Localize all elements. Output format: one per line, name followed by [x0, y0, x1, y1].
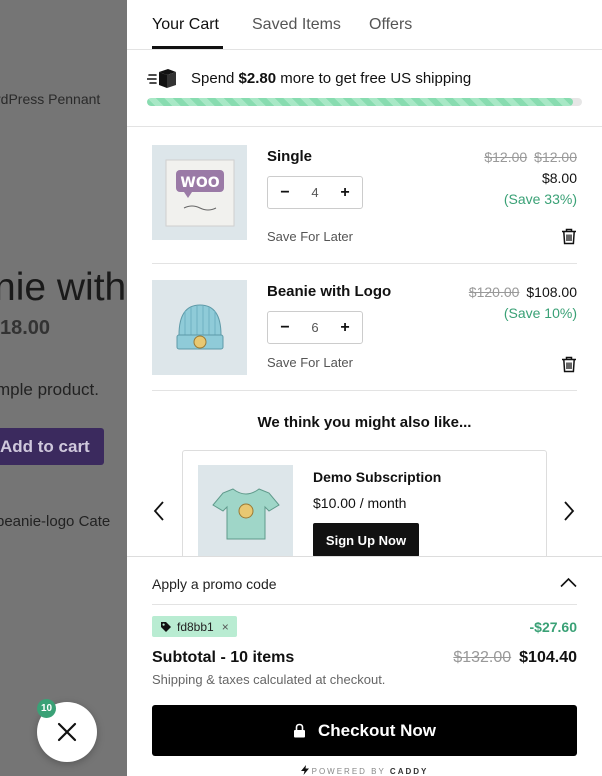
- cart-item: WOO Single − 4 + Save For Later $12.00 $1…: [152, 145, 577, 255]
- cart-item: Beanie with Logo − 6 + Save For Later $1…: [152, 280, 577, 380]
- background-page: rdPress Pennant nie with 18.00 mple prod…: [0, 0, 127, 776]
- free-shipping-bar: [127, 50, 602, 127]
- sale-price: $108.00: [526, 284, 577, 300]
- savings-label: (Save 33%): [503, 191, 577, 207]
- increase-quantity-button[interactable]: +: [338, 319, 352, 337]
- decrease-quantity-button[interactable]: −: [278, 319, 292, 337]
- subtotal-original: $132.00: [453, 649, 512, 666]
- cart-footer: Apply a promo code fd8bb1 × -$27.60 Subt…: [127, 556, 602, 776]
- product-thumbnail-beanie[interactable]: [152, 280, 247, 375]
- sale-price: $8.00: [541, 170, 577, 186]
- background-product-meta: beanie-logo Cate: [0, 513, 111, 530]
- remove-coupon-button[interactable]: ×: [222, 620, 229, 634]
- chevron-right-icon[interactable]: [563, 500, 575, 522]
- tag-icon: [161, 621, 171, 632]
- chevron-up-icon[interactable]: [560, 577, 577, 588]
- regular-price-row: $12.00 $12.00: [484, 149, 577, 165]
- discount-amount: -$27.60: [529, 619, 577, 635]
- tab-offers[interactable]: Offers: [369, 16, 412, 34]
- cart-item-name[interactable]: Single: [267, 148, 312, 165]
- lightning-icon: [300, 765, 309, 775]
- tab-saved-items[interactable]: Saved Items: [252, 16, 341, 34]
- background-pennant-text: rdPress Pennant: [0, 91, 101, 107]
- coupon-code: fd8bb1: [177, 619, 214, 634]
- recommendations-title: We think you might also like...: [257, 414, 472, 431]
- applied-coupon-chip: fd8bb1 ×: [152, 616, 237, 637]
- quantity-value[interactable]: 4: [311, 185, 318, 200]
- item-divider: [152, 263, 577, 264]
- free-shipping-message: Spend $2.80 more to get free US shipping: [191, 70, 472, 87]
- svg-text:WOO: WOO: [180, 175, 219, 191]
- subtotal-prices: $132.00 $104.40: [453, 649, 577, 667]
- savings-label: (Save 10%): [503, 305, 577, 321]
- save-for-later-link[interactable]: Save For Later: [267, 355, 353, 370]
- sign-up-now-button[interactable]: Sign Up Now: [313, 523, 419, 557]
- recommendation-card: Demo Subscription $10.00 / month Sign Up…: [182, 450, 547, 570]
- quantity-stepper: − 6 +: [267, 311, 363, 344]
- shipping-progress-fill: [147, 98, 573, 106]
- promo-code-toggle[interactable]: Apply a promo code: [152, 576, 277, 592]
- recommendation-product-price: $10.00 / month: [313, 495, 407, 511]
- cart-count-badge: 10: [37, 699, 56, 718]
- shipping-remaining-amount: $2.80: [238, 70, 277, 87]
- decrease-quantity-button[interactable]: −: [278, 184, 292, 202]
- regular-price: $120.00: [468, 284, 520, 300]
- cart-item-name[interactable]: Beanie with Logo: [267, 283, 391, 300]
- tab-your-cart[interactable]: Your Cart: [152, 16, 219, 34]
- checkout-button[interactable]: Checkout Now: [152, 705, 577, 756]
- close-icon: [57, 722, 77, 742]
- active-tab-indicator: [152, 46, 223, 49]
- product-thumbnail-single[interactable]: WOO: [152, 145, 247, 240]
- chevron-left-icon[interactable]: [153, 500, 165, 522]
- price-row: $120.00 $108.00: [469, 284, 577, 300]
- tax-note: Shipping & taxes calculated at checkout.: [152, 672, 386, 687]
- regular-price: $12.00: [484, 149, 528, 165]
- beanie-icon: [176, 303, 223, 349]
- trash-icon[interactable]: [561, 356, 577, 373]
- recommendation-thumbnail[interactable]: [198, 465, 293, 560]
- subtotal-total: $104.40: [519, 649, 577, 666]
- subtotal-label: Subtotal - 10 items: [152, 649, 295, 666]
- lock-icon: [293, 723, 305, 738]
- checkout-label: Checkout Now: [317, 720, 437, 740]
- save-for-later-link[interactable]: Save For Later: [267, 229, 353, 244]
- quantity-stepper: − 4 +: [267, 176, 363, 209]
- tshirt-icon: [211, 487, 280, 539]
- quantity-value[interactable]: 6: [311, 320, 318, 335]
- regular-price-secondary: $12.00: [534, 149, 577, 165]
- background-add-to-cart-button[interactable]: Add to cart: [0, 428, 104, 465]
- side-cart-panel: Your Cart Saved Items Offers Spend $2.80…: [127, 0, 602, 776]
- background-product-title: nie with: [0, 266, 127, 309]
- item-divider: [152, 390, 577, 391]
- background-product-description: mple product.: [0, 380, 99, 399]
- woo-album-icon: WOO: [165, 159, 234, 226]
- box-icon: [147, 69, 176, 88]
- cart-tabs: Your Cart Saved Items Offers: [127, 0, 602, 50]
- shipping-progress-bar: [147, 98, 582, 106]
- trash-icon[interactable]: [561, 228, 577, 245]
- increase-quantity-button[interactable]: +: [338, 184, 352, 202]
- background-product-price: 18.00: [0, 317, 51, 339]
- footer-divider: [152, 604, 577, 605]
- recommendation-product-name[interactable]: Demo Subscription: [313, 469, 441, 485]
- powered-by-caddy: POWERED BY CADDY: [127, 765, 602, 776]
